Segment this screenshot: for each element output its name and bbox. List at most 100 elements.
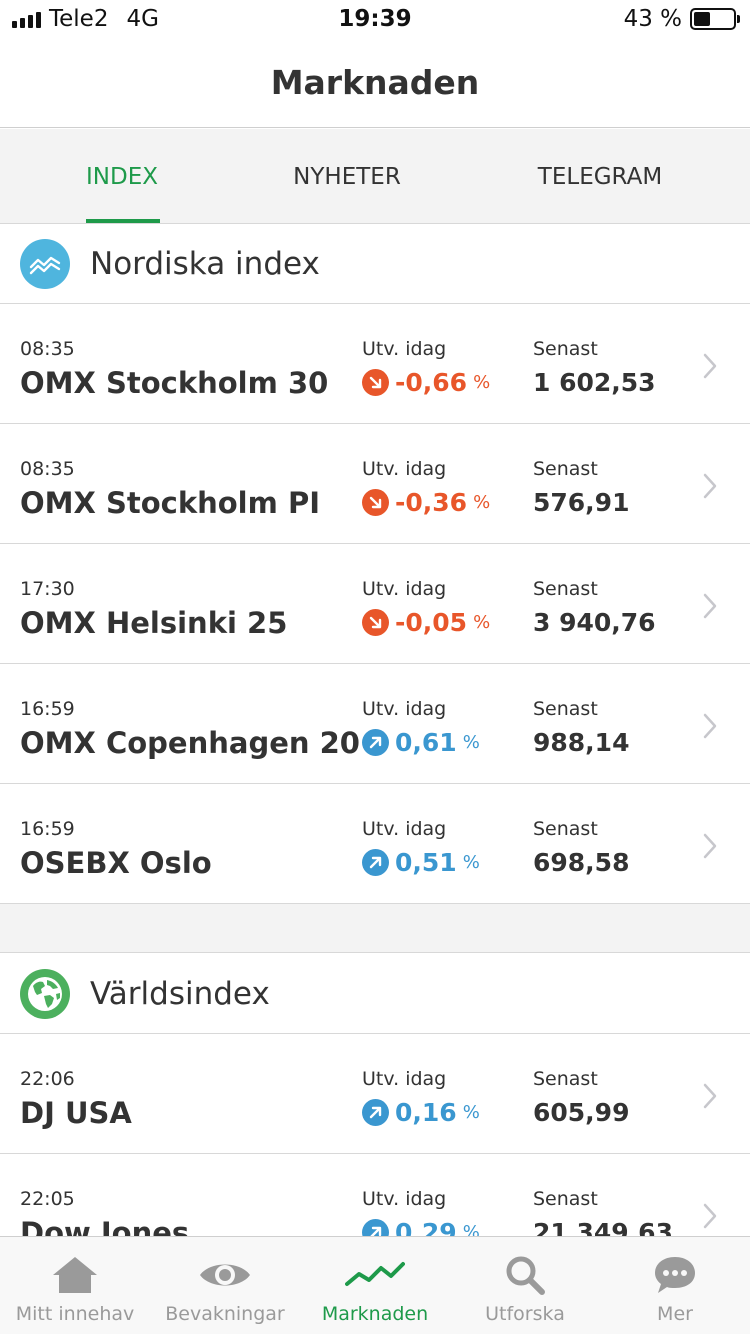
row-time: 22:06: [20, 1068, 75, 1090]
row-last-label: Senast: [533, 698, 598, 720]
arrow-down-right-icon: [362, 489, 389, 516]
chart-line-icon: [20, 238, 70, 289]
tabbar-mer[interactable]: Mer: [600, 1237, 750, 1334]
row-index-name: OSEBX Oslo: [20, 846, 212, 880]
globe-icon: [20, 968, 70, 1019]
index-row[interactable]: 17:30 OMX Helsinki 25 Utv. idag -0,05 % …: [0, 544, 750, 664]
row-change: -0,05 %: [362, 608, 490, 637]
bottom-tab-bar: Mitt innehav Bevakningar Marknaden Utfor…: [0, 1236, 750, 1334]
section-header-world: Världsindex: [0, 954, 750, 1034]
chevron-right-icon: [702, 352, 718, 384]
chat-bubble-icon: [600, 1253, 750, 1297]
market-trend-icon: [300, 1253, 450, 1297]
battery-icon: [690, 8, 740, 30]
tabbar-utforska[interactable]: Utforska: [450, 1237, 600, 1334]
row-time: 16:59: [20, 698, 75, 720]
index-row[interactable]: 22:06 DJ USA Utv. idag 0,16 % Senast 605…: [0, 1034, 750, 1154]
row-change: 0,16 %: [362, 1098, 480, 1127]
section-header-nordic: Nordiska index: [0, 224, 750, 304]
row-change-unit: %: [462, 852, 480, 873]
arrow-down-right-icon: [362, 369, 389, 396]
home-icon: [0, 1253, 150, 1297]
tabbar-label: Marknaden: [321, 1303, 429, 1325]
arrow-down-right-icon: [362, 609, 389, 636]
tab-index[interactable]: INDEX: [66, 129, 178, 224]
arrow-up-right-icon: [362, 729, 389, 756]
row-index-name: OMX Helsinki 25: [20, 606, 288, 640]
chevron-right-icon: [702, 712, 718, 744]
row-change-unit: %: [462, 1102, 480, 1123]
navigation-bar: Marknaden: [0, 40, 750, 128]
page-title: Marknaden: [270, 63, 480, 102]
row-time: 08:35: [20, 338, 75, 360]
row-change-unit: %: [473, 492, 491, 513]
row-index-name: OMX Stockholm 30: [20, 366, 329, 400]
tabbar-marknaden[interactable]: Marknaden: [300, 1237, 450, 1334]
row-index-name: OMX Copenhagen 20: [20, 726, 360, 760]
battery-percentage: 43 %: [623, 6, 682, 32]
row-last-label: Senast: [533, 578, 598, 600]
row-change-value: -0,36: [395, 488, 468, 517]
row-last-value: 576,91: [533, 488, 630, 517]
row-change: -0,36 %: [362, 488, 490, 517]
row-change-label: Utv. idag: [362, 698, 447, 720]
search-icon: [450, 1253, 600, 1297]
row-change: 0,61 %: [362, 728, 480, 757]
tabbar-label: Utforska: [485, 1303, 565, 1325]
row-index-name: OMX Stockholm PI: [20, 486, 320, 520]
row-change-label: Utv. idag: [362, 578, 447, 600]
segment-tabs: INDEX NYHETER TELEGRAM: [0, 129, 750, 224]
index-row[interactable]: 08:35 OMX Stockholm 30 Utv. idag -0,66 %…: [0, 304, 750, 424]
arrow-up-right-icon: [362, 1099, 389, 1126]
active-tab-indicator: [86, 219, 160, 223]
tabbar-bevakningar[interactable]: Bevakningar: [150, 1237, 300, 1334]
index-row[interactable]: 16:59 OMX Copenhagen 20 Utv. idag 0,61 %…: [0, 664, 750, 784]
row-last-value: 3 940,76: [533, 608, 656, 637]
row-change-value: 0,61: [395, 728, 457, 757]
row-change-value: 0,16: [395, 1098, 457, 1127]
row-last-label: Senast: [533, 818, 598, 840]
row-time: 08:35: [20, 458, 75, 480]
row-change-value: -0,66: [395, 368, 468, 397]
row-last-value: 605,99: [533, 1098, 630, 1127]
section-title: Nordiska index: [90, 245, 320, 282]
row-change-unit: %: [462, 732, 480, 753]
tabbar-mitt-innehav[interactable]: Mitt innehav: [0, 1237, 150, 1334]
section-title: Världsindex: [90, 975, 270, 1012]
row-last-label: Senast: [533, 1068, 598, 1090]
row-change-label: Utv. idag: [362, 1068, 447, 1090]
row-change-label: Utv. idag: [362, 818, 447, 840]
row-change-label: Utv. idag: [362, 338, 447, 360]
chevron-right-icon: [702, 1082, 718, 1114]
row-change: -0,66 %: [362, 368, 490, 397]
chevron-right-icon: [702, 472, 718, 504]
chevron-right-icon: [702, 592, 718, 624]
row-change: 0,51 %: [362, 848, 480, 877]
row-time: 22:05: [20, 1188, 75, 1210]
eye-icon: [150, 1253, 300, 1297]
arrow-up-right-icon: [362, 849, 389, 876]
tab-nyheter[interactable]: NYHETER: [272, 129, 422, 224]
index-row[interactable]: 16:59 OSEBX Oslo Utv. idag 0,51 % Senast…: [0, 784, 750, 904]
row-time: 16:59: [20, 818, 75, 840]
row-change-value: 0,51: [395, 848, 457, 877]
status-bar: Tele2 4G 19:39 43 %: [0, 0, 750, 40]
section-spacer: [0, 904, 750, 953]
row-change-label: Utv. idag: [362, 458, 447, 480]
row-change-unit: %: [473, 612, 491, 633]
index-row[interactable]: 08:35 OMX Stockholm PI Utv. idag -0,36 %…: [0, 424, 750, 544]
tabbar-label: Bevakningar: [165, 1303, 285, 1325]
row-index-name: DJ USA: [20, 1096, 132, 1130]
row-last-label: Senast: [533, 458, 598, 480]
row-last-value: 1 602,53: [533, 368, 656, 397]
row-last-value: 988,14: [533, 728, 630, 757]
chevron-right-icon: [702, 832, 718, 864]
row-last-label: Senast: [533, 338, 598, 360]
row-time: 17:30: [20, 578, 75, 600]
tabbar-label: Mitt innehav: [15, 1303, 135, 1325]
row-change-unit: %: [473, 372, 491, 393]
tabbar-label: Mer: [657, 1303, 693, 1325]
status-right: 43 %: [623, 6, 740, 32]
chevron-right-icon: [702, 1202, 718, 1234]
tab-telegram[interactable]: TELEGRAM: [520, 129, 680, 224]
